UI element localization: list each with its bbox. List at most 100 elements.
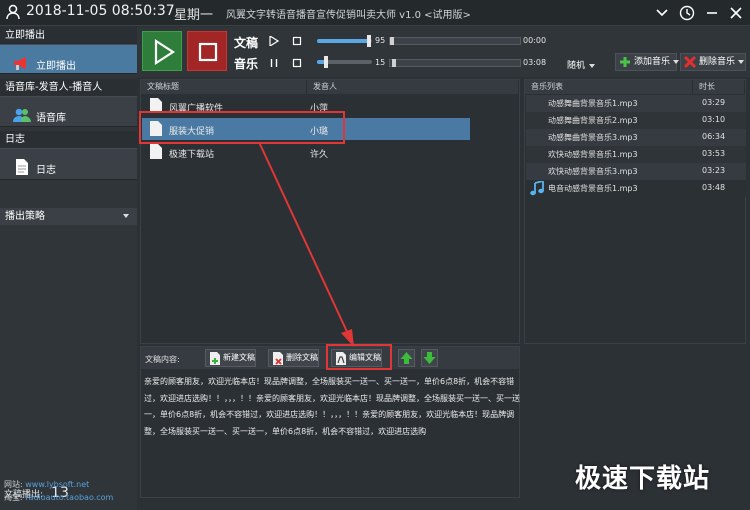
music-row[interactable]: 欢快动感背景音乐1.mp3 03:53 [526, 146, 746, 163]
music-row[interactable]: 欢快动感背景音乐3.mp3 03:23 [526, 163, 746, 180]
editor-label: 文稿内容: [145, 355, 180, 364]
music-name: 动感舞曲背景音乐1.mp3 [548, 99, 638, 108]
script-progress-bar[interactable] [389, 37, 521, 45]
section-header-log: 日志 [0, 131, 137, 148]
music-row-playing[interactable]: 电音动感背景音乐1.mp3 03:48 [526, 180, 746, 197]
music-progress-knob[interactable] [392, 59, 396, 67]
play-mode-dropdown[interactable]: 随机 [567, 58, 596, 71]
minimize-icon[interactable] [704, 5, 720, 21]
column-header-speaker[interactable]: 发音人 [307, 80, 519, 94]
sidebar-item-strategy[interactable]: 播出策略 [0, 208, 137, 225]
music-row[interactable]: 动感舞曲背景音乐1.mp3 03:29 [526, 95, 746, 112]
script-speaker: 小璐 [310, 127, 329, 137]
script-volume-value: 95 [375, 36, 386, 45]
move-up-button[interactable] [398, 349, 415, 367]
title-bar: 2018-11-05 08:50:37 星期一 风翼文字转语音播音宣传促销叫卖大… [0, 0, 750, 26]
music-name: 动感舞曲背景音乐2.mp3 [548, 116, 638, 125]
section-header-play: 立即播出 [0, 27, 137, 44]
music-volume-slider[interactable] [317, 56, 372, 68]
script-label: 文稿 [234, 36, 259, 50]
taobao-link[interactable]: radioauto.taobao.com [25, 493, 113, 502]
taobao-line: 淘宝: radioauto.taobao.com [4, 492, 113, 503]
music-name: 动感舞曲背景音乐3.mp3 [548, 133, 638, 142]
chevron-down-icon[interactable] [654, 5, 670, 21]
script-progress-knob[interactable] [390, 37, 394, 45]
script-content[interactable]: 亲爱的顾客朋友，欢迎光临本店！现品牌调整，全场服装买一送一、买一送一，单价6点8… [144, 374, 520, 440]
stop-icon [198, 42, 218, 62]
music-duration: 03:23 [702, 166, 726, 175]
music-duration: 03:10 [702, 115, 726, 124]
music-pause-icon[interactable] [269, 58, 279, 68]
sidebar-item-log[interactable]: 日志 [0, 148, 137, 180]
play-icon [154, 38, 176, 66]
column-header-music[interactable]: 音乐列表 [525, 80, 693, 94]
delete-document-icon [273, 352, 283, 365]
music-time: 03:08 [523, 58, 547, 67]
script-stop-icon[interactable] [292, 36, 302, 46]
user-icon[interactable] [5, 4, 21, 20]
script-row-selected[interactable]: 服装大促销 小璐 [142, 118, 470, 140]
music-volume-value: 15 [375, 58, 386, 67]
watermark-text: 极速下载站 [575, 464, 711, 494]
users-icon [13, 108, 31, 122]
chevron-down-icon [123, 214, 129, 218]
script-volume-knob[interactable] [367, 35, 371, 47]
clock-icon[interactable] [679, 5, 695, 21]
music-duration: 06:34 [702, 132, 726, 141]
editor-toolbar: 文稿内容: 新建文稿 删除文稿 编辑文稿 [141, 347, 519, 369]
column-header-title[interactable]: 文稿标题 [141, 80, 307, 94]
script-title: 极速下载站 [169, 150, 215, 160]
section-header-voice: 语音库-发音人-播音人 [0, 79, 137, 96]
sidebar-item-label: 语音库 [36, 113, 66, 124]
music-note-icon [530, 181, 544, 196]
script-speaker: 小萍 [310, 104, 329, 114]
delete-script-button[interactable]: 删除文稿 [268, 349, 319, 367]
delete-script-label: 删除文稿 [286, 353, 318, 362]
music-name: 欢快动感背景音乐3.mp3 [548, 167, 638, 176]
weekday-display: 星期一 [174, 8, 214, 23]
new-script-label: 新建文稿 [223, 353, 255, 362]
delete-music-button[interactable]: 删除音乐 [680, 53, 746, 71]
strategy-label: 播出策略 [5, 211, 45, 222]
document-icon [150, 144, 162, 159]
script-volume-slider[interactable] [317, 35, 372, 47]
new-document-icon [210, 352, 220, 365]
script-row[interactable]: 风翼广播软件 小萍 [142, 95, 470, 117]
website-link[interactable]: www.lybsoft.net [25, 480, 89, 489]
chevron-down-icon [673, 59, 680, 64]
play-button[interactable] [142, 31, 182, 71]
sidebar-item-voice-library[interactable]: 语音库 [0, 96, 137, 127]
music-list-panel: 音乐列表 时长 动感舞曲背景音乐1.mp3 03:29 动感舞曲背景音乐2.mp3… [524, 79, 746, 344]
add-music-button[interactable]: 添加音乐 [615, 53, 680, 71]
music-duration: 03:48 [702, 183, 726, 192]
script-volume-fill [317, 39, 369, 43]
music-volume-knob[interactable] [324, 56, 328, 68]
play-mode-value: 随机 [567, 61, 586, 71]
arrow-up-icon [400, 352, 413, 364]
sidebar-item-play-now[interactable]: 立即播出 [0, 44, 137, 74]
delete-icon [684, 56, 696, 68]
music-row[interactable]: 动感舞曲背景音乐2.mp3 03:10 [526, 112, 746, 129]
music-name: 欢快动感背景音乐1.mp3 [548, 150, 638, 159]
stop-button[interactable] [187, 31, 227, 71]
script-editor: 文稿内容: 新建文稿 删除文稿 编辑文稿 亲爱的顾客朋友，欢迎光临本店！现品牌调… [140, 346, 520, 498]
move-down-button[interactable] [421, 349, 438, 367]
music-progress-bar[interactable] [389, 59, 521, 67]
website-label: 网站: [4, 480, 23, 489]
new-script-button[interactable]: 新建文稿 [205, 349, 256, 367]
chevron-down-icon [589, 63, 596, 68]
website-line: 网站: www.lybsoft.net [4, 479, 89, 490]
edit-script-button[interactable]: 编辑文稿 [331, 349, 382, 367]
document-icon [16, 159, 28, 175]
close-icon[interactable] [728, 5, 744, 21]
script-play-icon[interactable] [269, 36, 279, 46]
music-stop-icon[interactable] [292, 58, 302, 68]
music-duration: 03:53 [702, 149, 726, 158]
script-title: 风翼广播软件 [169, 104, 224, 114]
taobao-label: 淘宝: [4, 493, 23, 502]
music-row[interactable]: 动感舞曲背景音乐3.mp3 06:34 [526, 129, 746, 146]
edit-document-icon [336, 352, 346, 365]
column-header-duration[interactable]: 时长 [693, 80, 745, 94]
app-window: 2018-11-05 08:50:37 星期一 风翼文字转语音播音宣传促销叫卖大… [0, 0, 750, 510]
app-title: 风翼文字转语音播音宣传促销叫卖大师 v1.0 <试用版> [226, 10, 471, 21]
